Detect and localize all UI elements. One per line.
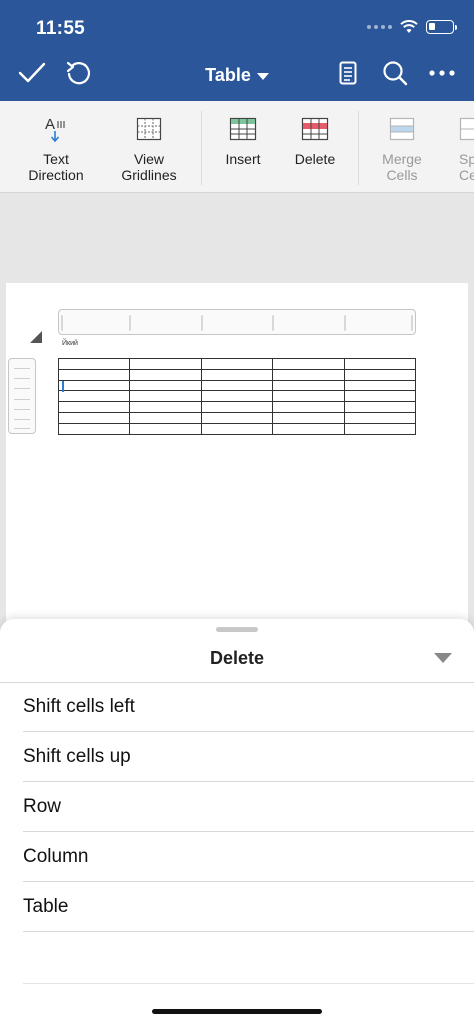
sheet-title: Delete <box>209 648 265 668</box>
table-cell[interactable] <box>129 422 202 435</box>
table-cell[interactable] <box>272 401 345 413</box>
search-icon[interactable] <box>379 57 411 89</box>
table-cell[interactable] <box>129 401 202 413</box>
table-ribbon: A Text Direction View Gridlines Insert D… <box>0 101 474 193</box>
table-cell[interactable] <box>57 379 131 392</box>
status-icons <box>367 20 457 34</box>
table-cell[interactable] <box>272 379 345 392</box>
table-cell[interactable] <box>129 411 202 424</box>
table-cell[interactable] <box>57 422 131 435</box>
view-gridlines-button[interactable]: View Gridlines <box>116 115 182 183</box>
document-table[interactable] <box>57 358 417 435</box>
split-cells-button[interactable]: SpCe <box>452 115 474 183</box>
signal-icon <box>367 25 392 29</box>
table-cell[interactable] <box>200 401 274 413</box>
table-cell[interactable] <box>57 368 131 381</box>
insert-label: Insert <box>225 151 261 167</box>
merge-cells-button[interactable]: Merge Cells <box>374 115 430 183</box>
table-cell[interactable] <box>343 422 417 435</box>
table-cell[interactable] <box>200 390 274 403</box>
battery-icon <box>426 20 457 34</box>
table-row <box>57 368 417 381</box>
table-cell[interactable] <box>57 411 131 424</box>
home-indicator[interactable] <box>152 1009 322 1014</box>
insert-table-icon <box>229 115 257 143</box>
ribbon-divider <box>358 111 359 185</box>
merge-cells-icon <box>388 115 416 143</box>
table-row <box>57 358 417 370</box>
option-row[interactable]: Row <box>23 782 474 832</box>
delete-label: Delete <box>294 151 336 167</box>
more-icon[interactable] <box>426 57 458 89</box>
chevron-down-icon[interactable] <box>434 653 452 663</box>
option-shift-cells-up[interactable]: Shift cells up <box>23 732 474 782</box>
table-row <box>57 401 417 413</box>
status-time: 11:55 <box>36 18 86 39</box>
table-cell[interactable] <box>129 368 202 381</box>
merge-cells-label: Merge Cells <box>382 151 422 183</box>
table-cell[interactable] <box>272 411 345 424</box>
table-cell[interactable] <box>129 390 202 403</box>
table-cell[interactable] <box>129 358 202 370</box>
table-cell[interactable] <box>57 401 131 413</box>
chevron-down-icon <box>256 72 269 80</box>
split-cells-label: SpCe <box>459 151 474 183</box>
top-app-bar: 11:55 Table <box>0 0 474 101</box>
delete-options-list: Shift cells left Shift cells up Row Colu… <box>0 682 474 932</box>
option-column[interactable]: Column <box>23 832 474 882</box>
option-table[interactable]: Table <box>23 882 474 932</box>
table-cell[interactable] <box>129 379 202 392</box>
table-cell[interactable] <box>272 422 345 435</box>
reading-view-icon[interactable] <box>332 57 364 89</box>
table-row <box>57 379 417 392</box>
insert-button[interactable]: Insert <box>216 115 270 167</box>
text-direction-button[interactable]: A Text Direction <box>22 115 90 183</box>
table-row <box>57 411 417 424</box>
table-cell[interactable] <box>200 422 274 435</box>
text-direction-label: Text Direction <box>28 151 84 183</box>
table-cell[interactable] <box>343 390 417 403</box>
table-cell[interactable] <box>343 411 417 424</box>
table-row <box>57 422 417 435</box>
table-cell[interactable] <box>272 368 345 381</box>
table-cell[interactable] <box>343 401 417 413</box>
split-cells-icon <box>452 115 474 143</box>
table-cell[interactable] <box>343 379 417 392</box>
ribbon-divider <box>201 111 202 185</box>
sheet-header: Delete <box>0 639 474 682</box>
nav-title-label: Table <box>205 65 251 85</box>
table-cell[interactable] <box>272 358 345 370</box>
table-cell[interactable] <box>57 390 131 403</box>
table-cell[interactable] <box>200 358 274 370</box>
delete-button[interactable]: Delete <box>288 115 342 167</box>
row-ruler[interactable] <box>8 358 36 434</box>
delete-table-icon <box>301 115 329 143</box>
document-text: Йкий <box>62 340 78 347</box>
sheet-grabber[interactable] <box>216 627 258 632</box>
table-select-handle[interactable] <box>30 331 42 343</box>
option-shift-cells-left[interactable]: Shift cells left <box>23 682 474 732</box>
view-gridlines-icon <box>135 115 163 143</box>
table-cell[interactable] <box>200 368 274 381</box>
wifi-icon <box>400 20 418 33</box>
table-cell[interactable] <box>200 379 274 392</box>
table-cell[interactable] <box>57 358 131 370</box>
toolbar: Table <box>0 57 474 93</box>
document-page[interactable]: Йкий <box>6 283 468 643</box>
delete-sheet: Delete Shift cells left Shift cells up R… <box>0 619 474 1025</box>
table-cell[interactable] <box>272 390 345 403</box>
text-direction-icon: A <box>42 115 70 143</box>
table-cell[interactable] <box>343 368 417 381</box>
table-row <box>57 390 417 403</box>
sheet-bottom-divider <box>23 983 474 984</box>
table-cell[interactable] <box>200 411 274 424</box>
table-cell[interactable] <box>343 358 417 370</box>
column-ruler[interactable] <box>58 309 416 335</box>
svg-text:A: A <box>45 116 55 133</box>
view-gridlines-label: View Gridlines <box>121 151 177 183</box>
